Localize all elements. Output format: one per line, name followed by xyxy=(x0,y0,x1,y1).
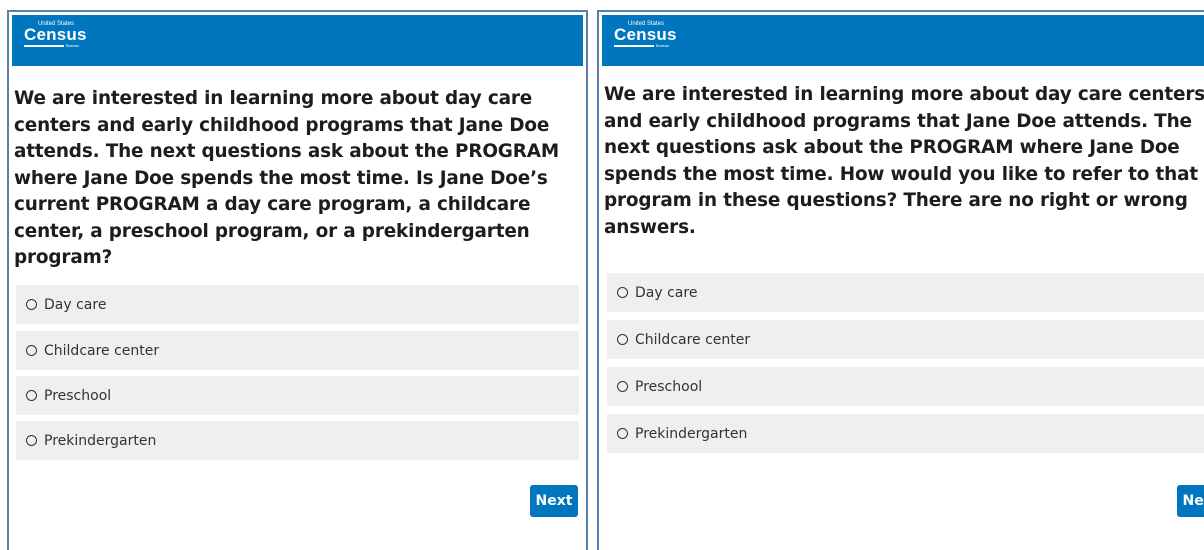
option-childcare-center[interactable]: Childcare center xyxy=(16,331,579,370)
question-text: We are interested in learning more about… xyxy=(14,88,559,268)
option-label: Childcare center xyxy=(635,331,751,348)
option-preschool[interactable]: Preschool xyxy=(16,376,579,415)
option-childcare-center[interactable]: Childcare center xyxy=(607,320,1204,359)
next-button[interactable]: Next xyxy=(530,485,578,517)
option-prekindergarten[interactable]: Prekindergarten xyxy=(16,421,579,460)
survey-panel-right: United States Census Bureau We are inter… xyxy=(597,10,1204,550)
radio-icon[interactable] xyxy=(26,345,37,356)
logo-underline xyxy=(24,45,64,47)
logo-census: Census xyxy=(614,25,677,44)
radio-icon[interactable] xyxy=(617,334,628,345)
option-day-care[interactable]: Day care xyxy=(607,273,1204,312)
option-label: Day care xyxy=(635,284,698,301)
option-label: Prekindergarten xyxy=(44,432,157,449)
radio-icon[interactable] xyxy=(26,390,37,401)
radio-icon[interactable] xyxy=(617,428,628,439)
option-label: Preschool xyxy=(44,387,112,404)
census-logo: United States Census Bureau xyxy=(24,21,87,59)
logo-underline xyxy=(614,45,654,47)
logo-bureau: Bureau xyxy=(656,43,669,48)
census-header: United States Census Bureau xyxy=(12,15,583,66)
radio-icon[interactable] xyxy=(26,299,37,310)
option-label: Preschool xyxy=(635,378,703,395)
option-label: Childcare center xyxy=(44,342,160,359)
option-day-care[interactable]: Day care xyxy=(16,285,579,324)
next-button[interactable]: Next xyxy=(1177,485,1204,517)
survey-panel-left: United States Census Bureau We are inter… xyxy=(7,10,588,550)
logo-census: Census xyxy=(24,25,87,44)
census-header: United States Census Bureau xyxy=(602,15,1204,66)
radio-icon[interactable] xyxy=(617,381,628,392)
radio-icon[interactable] xyxy=(26,435,37,446)
option-label: Day care xyxy=(44,296,107,313)
option-prekindergarten[interactable]: Prekindergarten xyxy=(607,414,1204,453)
option-label: Prekindergarten xyxy=(635,425,748,442)
question-text: We are interested in learning more about… xyxy=(604,84,1204,238)
census-logo: United States Census Bureau xyxy=(614,21,677,59)
logo-bureau: Bureau xyxy=(66,43,79,48)
option-preschool[interactable]: Preschool xyxy=(607,367,1204,406)
radio-icon[interactable] xyxy=(617,287,628,298)
